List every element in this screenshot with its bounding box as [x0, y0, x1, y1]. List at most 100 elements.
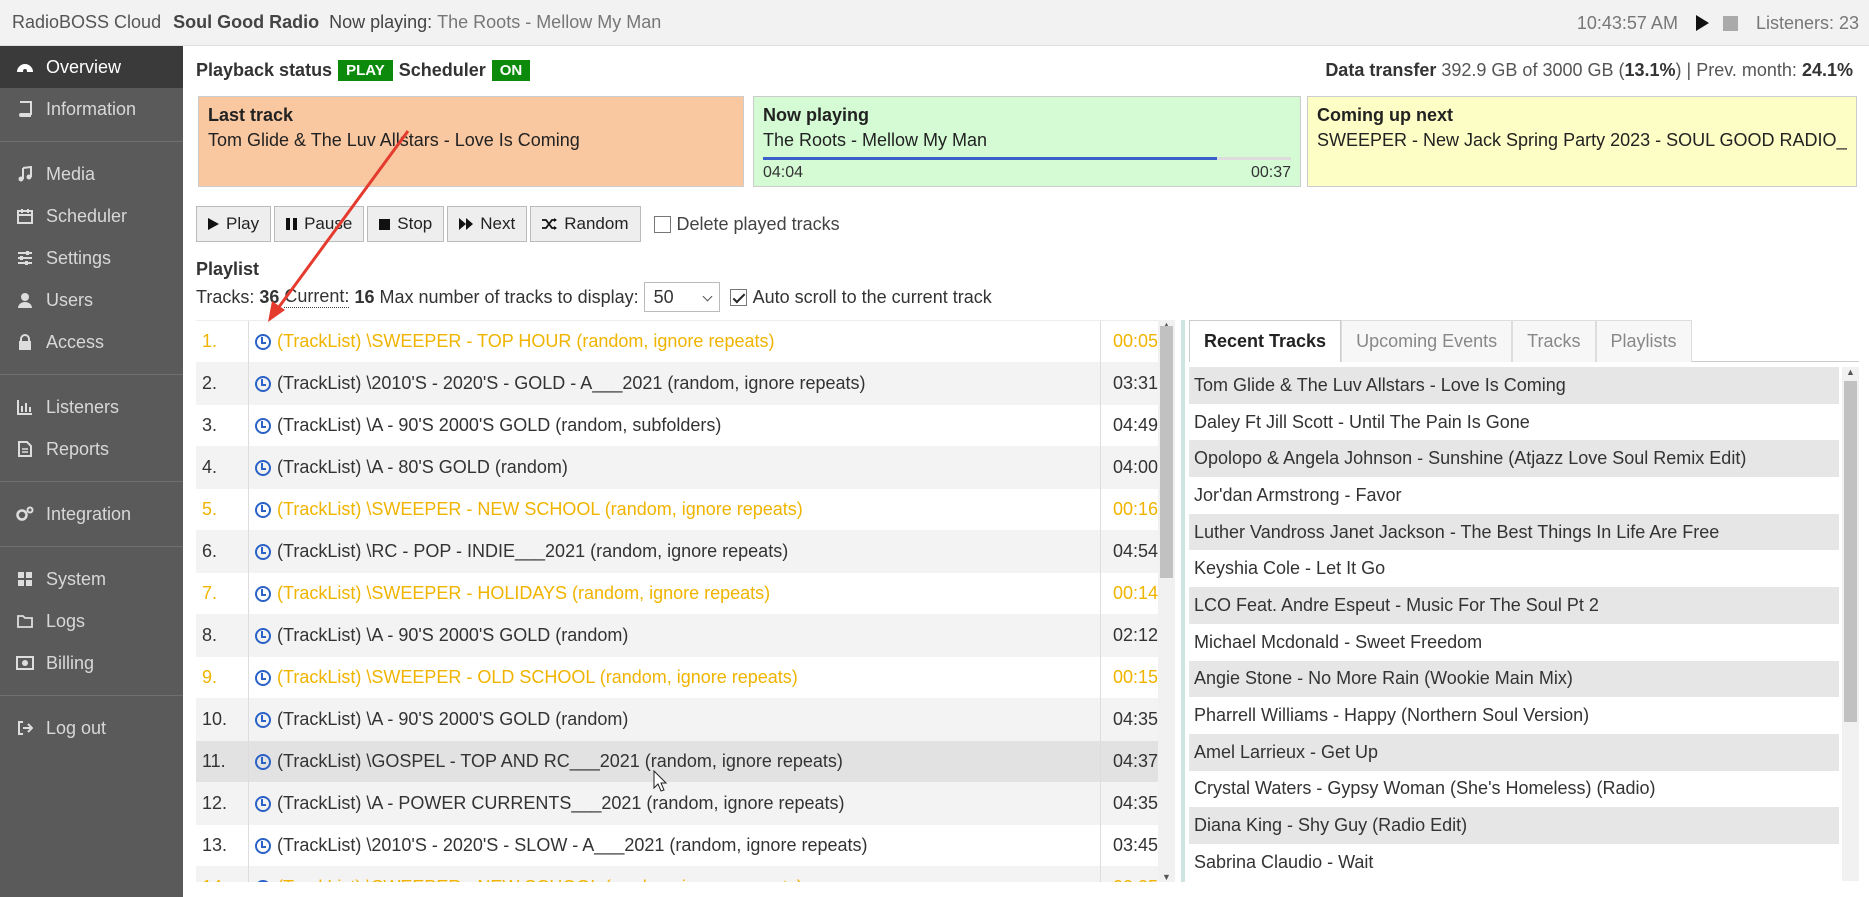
playlist-row[interactable]: 10. (TrackList) \A - 90'S 2000'S GOLD (ra… — [196, 698, 1174, 741]
main-content: Playback status PLAY Scheduler ON Data t… — [183, 46, 1869, 897]
track-name: (TrackList) \A - 90'S 2000'S GOLD (rando… — [277, 625, 629, 645]
track-name: (TrackList) \SWEEPER - OLD SCHOOL (rando… — [277, 667, 798, 687]
max-tracks-select[interactable]: 50 — [643, 282, 720, 312]
random-button[interactable]: Random — [530, 206, 641, 242]
file-text-icon — [14, 441, 36, 457]
sidebar-item-system[interactable]: System — [0, 558, 183, 600]
tab-playlists[interactable]: Playlists — [1595, 320, 1692, 362]
clock-icon — [255, 585, 271, 602]
column-divider — [248, 321, 249, 363]
sidebar-item-label: Media — [46, 163, 96, 184]
track-times: 04:04 00:37 — [763, 164, 1291, 182]
row-number: 3. — [202, 415, 218, 435]
sidebar-item-label: Billing — [46, 652, 95, 673]
playlist-row[interactable]: 6. (TrackList) \RC - POP - INDIE___2021 (… — [196, 530, 1174, 573]
sidebar-item-reports[interactable]: Reports — [0, 428, 183, 470]
auto-scroll-checkbox[interactable] — [729, 288, 747, 306]
current-value: 16 — [354, 286, 375, 307]
playlist-table: 1. (TrackList) \SWEEPER - TOP HOUR (rando… — [196, 320, 1174, 882]
book-icon — [14, 101, 36, 117]
delete-played-label: Delete played tracks — [676, 213, 840, 234]
stop-button-label: Stop — [397, 214, 433, 233]
sidebar-item-logout[interactable]: Log out — [0, 707, 183, 749]
sidebar-item-overview[interactable]: Overview — [0, 46, 183, 88]
sidebar-item-label: System — [46, 568, 107, 589]
playlist-scrollbar[interactable]: ▲ ▼ — [1158, 320, 1175, 882]
pause-button[interactable]: Pause — [274, 206, 365, 242]
row-number: 2. — [202, 373, 218, 393]
playlist-title: Playlist — [196, 259, 260, 279]
recent-track-item: Luther Vandross Janet Jackson - The Best… — [1189, 513, 1839, 551]
folder-icon — [14, 613, 36, 629]
sidebar-item-media[interactable]: Media — [0, 153, 183, 195]
playlist-row[interactable]: 3. (TrackList) \A - 90'S 2000'S GOLD (ran… — [196, 404, 1174, 447]
sidebar-item-users[interactable]: Users — [0, 279, 183, 321]
sidebar-item-scheduler[interactable]: Scheduler — [0, 195, 183, 237]
sidebar-item-label: Listeners — [46, 396, 120, 417]
play-icon[interactable] — [1695, 15, 1709, 31]
track-name: (TrackList) \2010'S - 2020'S - GOLD - A_… — [277, 373, 866, 393]
recent-tracks-scrollbar[interactable]: ▲ — [1842, 367, 1859, 881]
playlist-scroll-thumb[interactable] — [1160, 326, 1173, 578]
topbar-right: 10:43:57 AM Listeners: 23 — [1577, 0, 1859, 46]
tab-tracks[interactable]: Tracks — [1512, 320, 1596, 362]
playlist-row[interactable]: 11. (TrackList) \GOSPEL - TOP AND RC___20… — [196, 740, 1174, 783]
app-name: RadioBOSS Cloud — [12, 12, 162, 32]
column-divider — [248, 866, 249, 882]
row-number: 13. — [202, 835, 228, 855]
sidebar-item-label: Overview — [46, 56, 122, 77]
scheduler-status-badge: ON — [491, 59, 531, 81]
recent-scroll-thumb[interactable] — [1844, 381, 1857, 722]
top-bar: RadioBOSS Cloud Soul Good Radio Now play… — [0, 0, 1869, 46]
tab-upcoming-events[interactable]: Upcoming Events — [1341, 320, 1513, 362]
sidebar-divider — [0, 546, 183, 547]
track-name: (TrackList) \A - 80'S GOLD (random) — [277, 457, 568, 477]
scroll-down-icon[interactable]: ▼ — [1162, 872, 1171, 882]
playlist-row[interactable]: 2. (TrackList) \2010'S - 2020'S - GOLD - … — [196, 362, 1174, 405]
column-divider — [248, 446, 249, 489]
sidebar-item-settings[interactable]: Settings — [0, 237, 183, 279]
sidebar-item-information[interactable]: Information — [0, 88, 183, 130]
playlist-row[interactable]: 4. (TrackList) \A - 80'S GOLD (random) 04:… — [196, 446, 1174, 489]
playlist-row[interactable]: 8. (TrackList) \A - 90'S 2000'S GOLD (ran… — [196, 614, 1174, 657]
transfer-mid: ) | Prev. month: — [1675, 60, 1797, 80]
transfer-used: 392.9 GB of 3000 GB ( — [1441, 60, 1625, 80]
sidebar-item-billing[interactable]: Billing — [0, 642, 183, 684]
fast-forward-icon — [459, 218, 474, 230]
sidebar: Overview Information Media Scheduler Set… — [0, 46, 183, 897]
recent-track-item: Angie Stone - No More Rain (Wookie Main … — [1189, 660, 1839, 698]
track-name: (TrackList) \2010'S - 2020'S - SLOW - A_… — [277, 835, 868, 855]
coming-up-next-tile: Coming up next SWEEPER - New Jack Spring… — [1307, 96, 1857, 187]
scroll-up-icon[interactable]: ▲ — [1846, 367, 1855, 377]
stop-icon[interactable] — [1722, 15, 1738, 31]
play-button[interactable]: Play — [196, 206, 272, 242]
tab-recent-tracks[interactable]: Recent Tracks — [1189, 320, 1342, 362]
sidebar-item-logs[interactable]: Logs — [0, 600, 183, 642]
pause-button-label: Pause — [304, 214, 353, 233]
playlist-row[interactable]: 7. (TrackList) \SWEEPER - HOLIDAYS (rando… — [196, 572, 1174, 615]
playlist-row[interactable]: 14. (TrackList) \SWEEPER - NEW SCHOOL (ra… — [196, 866, 1174, 882]
clock-icon — [255, 417, 271, 434]
playlist-row[interactable]: 9. (TrackList) \SWEEPER - OLD SCHOOL (ran… — [196, 656, 1174, 699]
playlist-row[interactable]: 13. (TrackList) \2010'S - 2020'S - SLOW -… — [196, 824, 1174, 867]
next-button[interactable]: Next — [447, 206, 528, 242]
column-divider — [248, 782, 249, 825]
sidebar-item-listeners[interactable]: Listeners — [0, 386, 183, 428]
sidebar-item-integration[interactable]: Integration — [0, 493, 183, 535]
delete-played-toggle[interactable]: Delete played tracks — [653, 213, 840, 235]
clock-icon — [255, 753, 271, 770]
playlist-row[interactable]: 1. (TrackList) \SWEEPER - TOP HOUR (rando… — [196, 321, 1174, 363]
playlist-row[interactable]: 5. (TrackList) \SWEEPER - NEW SCHOOL (ran… — [196, 488, 1174, 531]
column-divider — [248, 824, 249, 867]
sidebar-item-label: Logs — [46, 610, 86, 631]
sidebar-item-access[interactable]: Access — [0, 321, 183, 363]
recent-track-item: Michael Mcdonald - Sweet Freedom — [1194, 631, 1483, 652]
row-number: 7. — [202, 583, 218, 603]
recent-track-item: Crystal Waters - Gypsy Woman (She's Home… — [1194, 778, 1656, 799]
clock-icon — [255, 375, 271, 392]
playlist-row[interactable]: 12. (TrackList) \A - POWER CURRENTS___202… — [196, 782, 1174, 825]
panel-splitter[interactable] — [1181, 320, 1185, 882]
current-label[interactable]: Current: — [284, 286, 350, 308]
delete-played-checkbox[interactable] — [653, 215, 671, 233]
stop-button[interactable]: Stop — [367, 206, 445, 242]
